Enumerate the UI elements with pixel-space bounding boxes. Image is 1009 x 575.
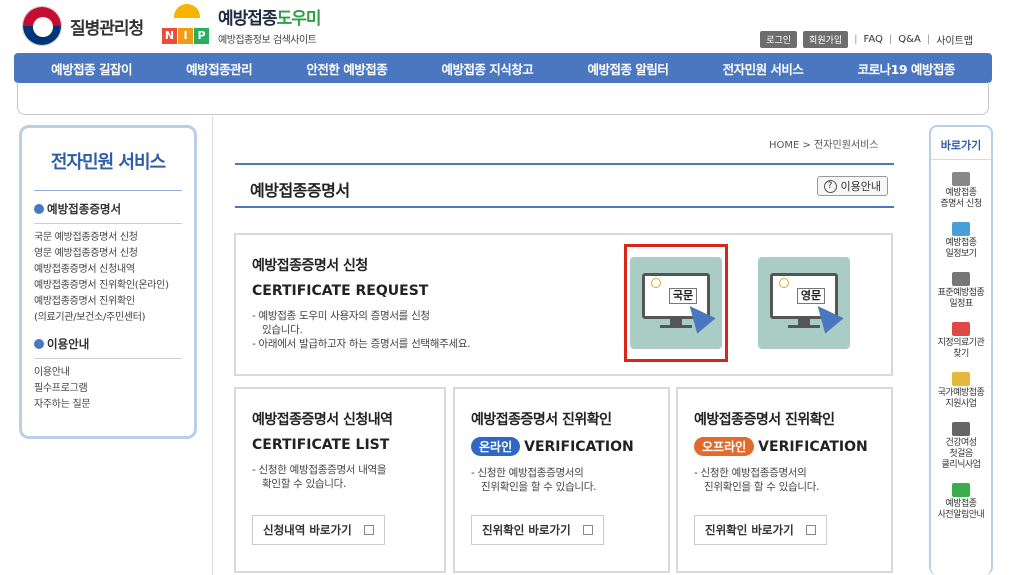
nip-title: 예방접종도우미	[218, 9, 321, 29]
divider	[212, 116, 213, 575]
verify-online-link-button[interactable]: 진위확인 바로가기	[471, 515, 604, 545]
verify-offline-link-button[interactable]: 진위확인 바로가기	[694, 515, 827, 545]
side-item-verify-online[interactable]: 예방접종증명서 진위확인(온라인)	[34, 278, 182, 294]
side-category-certificate: 예방접종증명서	[34, 201, 182, 224]
side-item-programs[interactable]: 필수프로그램	[34, 381, 182, 397]
offline-badge: 오프라인	[694, 437, 755, 456]
usage-guide-button[interactable]: ? 이용안내	[816, 176, 888, 196]
calendar-icon	[952, 222, 970, 236]
quick-standard-schedule[interactable]: 표준예방접종 일정표	[931, 272, 991, 310]
printer-icon	[952, 172, 970, 186]
gnb-covid19[interactable]: 코로나19 예방접종	[858, 59, 956, 78]
gnb-management[interactable]: 예방접종관리	[186, 59, 253, 78]
question-icon: ?	[823, 179, 837, 193]
side-item-cert-list[interactable]: 예방접종증명서 신청내역	[34, 262, 182, 278]
gnb-notice[interactable]: 예방접종 알림터	[588, 59, 669, 78]
quick-menu: 바로가기 예방접종 증명서 신청 예방접종 일정보기 표준예방접종 일정표 지정의료기…	[929, 125, 993, 575]
quick-schedule[interactable]: 예방접종 일정보기	[931, 222, 991, 260]
page-title-bar: 예방접종증명서 ? 이용안내	[235, 163, 894, 208]
nip-logo[interactable]: N I P 예방접종도우미 예방접종정보 검색사이트	[162, 4, 321, 48]
verify-offline-box: 예방접종증명서 진위확인 오프라인 VERIFICATION - 신청한 예방접종…	[676, 387, 893, 573]
sub-menu-bar	[17, 82, 989, 115]
box-icon	[952, 422, 970, 436]
side-item-guide[interactable]: 이용안내	[34, 365, 182, 381]
external-link-icon	[582, 525, 593, 535]
quick-women-clinic[interactable]: 건강여성 첫걸음 클리닉사업	[931, 422, 991, 471]
quick-menu-title: 바로가기	[931, 127, 991, 160]
quick-national-program[interactable]: 국가예방접종 지원사업	[931, 372, 991, 410]
quick-find-clinic[interactable]: 지정의료기관 찾기	[931, 322, 991, 360]
breadcrumb: HOME > 전자민원서비스	[769, 140, 879, 151]
gnb-guide[interactable]: 예방접종 길잡이	[51, 59, 132, 78]
nip-sun-icon: N I P	[162, 4, 212, 48]
utility-menu: 로그인 회원가입 | FAQ | Q&A | 사이트맵	[754, 31, 973, 48]
page-title: 예방접종증명서	[250, 181, 350, 200]
external-link-icon	[805, 525, 816, 535]
side-item-english-cert[interactable]: 영문 예방접종증명서 신청	[34, 246, 182, 262]
side-item-faq[interactable]: 자주하는 질문	[34, 397, 182, 413]
online-badge: 온라인	[471, 437, 521, 456]
faq-link[interactable]: FAQ	[864, 34, 883, 45]
quick-cert-request[interactable]: 예방접종 증명서 신청	[931, 172, 991, 210]
speaker-icon	[952, 483, 970, 497]
side-nav: 전자민원 서비스 예방접종증명서 국문 예방접종증명서 신청 영문 예방접종증명…	[19, 125, 197, 439]
bullet-icon	[34, 339, 44, 349]
side-nav-title: 전자민원 서비스	[34, 138, 182, 191]
hospital-icon	[952, 322, 970, 336]
verify-offline-title: 예방접종증명서 진위확인	[694, 412, 835, 428]
external-link-icon	[363, 525, 374, 535]
request-desc: - 예방접종 도우미 사용자의 증명서를 신청 있습니다. - 아래에서 발급하…	[252, 310, 471, 350]
selection-highlight	[624, 244, 728, 362]
request-title: 예방접종증명서 신청	[252, 258, 368, 274]
join-button[interactable]: 회원가입	[803, 31, 849, 48]
taegeuk-emblem-icon	[22, 6, 62, 46]
document-icon	[952, 372, 970, 386]
verify-online-title: 예방접종증명서 진위확인	[471, 412, 612, 428]
gnb-knowledge[interactable]: 예방접종 지식창고	[441, 59, 533, 78]
nip-subtitle: 예방접종정보 검색사이트	[218, 35, 317, 46]
gnb-e-service[interactable]: 전자민원 서비스	[723, 59, 804, 78]
sitemap-link[interactable]: 사이트맵	[936, 32, 973, 47]
kdca-logo[interactable]: 질병관리청	[22, 6, 144, 46]
qa-link[interactable]: Q&A	[898, 34, 921, 45]
english-certificate-button[interactable]: 영문	[758, 257, 850, 349]
login-button[interactable]: 로그인	[760, 31, 798, 48]
kdca-name: 질병관리청	[70, 18, 144, 39]
list-title: 예방접종증명서 신청내역	[252, 412, 393, 428]
side-item-korean-cert[interactable]: 국문 예방접종증명서 신청	[34, 230, 182, 246]
certificate-list-box: 예방접종증명서 신청내역 CERTIFICATE LIST - 신청한 예방접종…	[234, 387, 446, 573]
breadcrumb-current: 전자민원서비스	[814, 140, 879, 151]
quick-pre-notice[interactable]: 예방접종 사전알림안내	[931, 483, 991, 521]
global-nav: 예방접종 길잡이 예방접종관리 안전한 예방접종 예방접종 지식창고 예방접종 …	[14, 53, 992, 83]
cert-list-link-button[interactable]: 신청내역 바로가기	[252, 515, 385, 545]
verify-online-box: 예방접종증명서 진위확인 온라인 VERIFICATION - 신청한 예방접종증…	[453, 387, 670, 573]
syringe-icon	[952, 272, 970, 286]
site-header: 질병관리청 N I P 예방접종도우미 예방접종정보 검색사이트 로그인 회원가…	[0, 0, 1009, 54]
request-en-title: CERTIFICATE REQUEST	[252, 283, 429, 299]
side-item-verify[interactable]: 예방접종증명서 진위확인 (의료기관/보건소/주민센터)	[34, 294, 182, 326]
side-category-guide: 이용안내	[34, 336, 182, 359]
breadcrumb-home[interactable]: HOME	[769, 140, 799, 151]
list-en-title: CERTIFICATE LIST	[252, 437, 390, 453]
bullet-icon	[34, 204, 44, 214]
gnb-safe[interactable]: 안전한 예방접종	[306, 59, 387, 78]
